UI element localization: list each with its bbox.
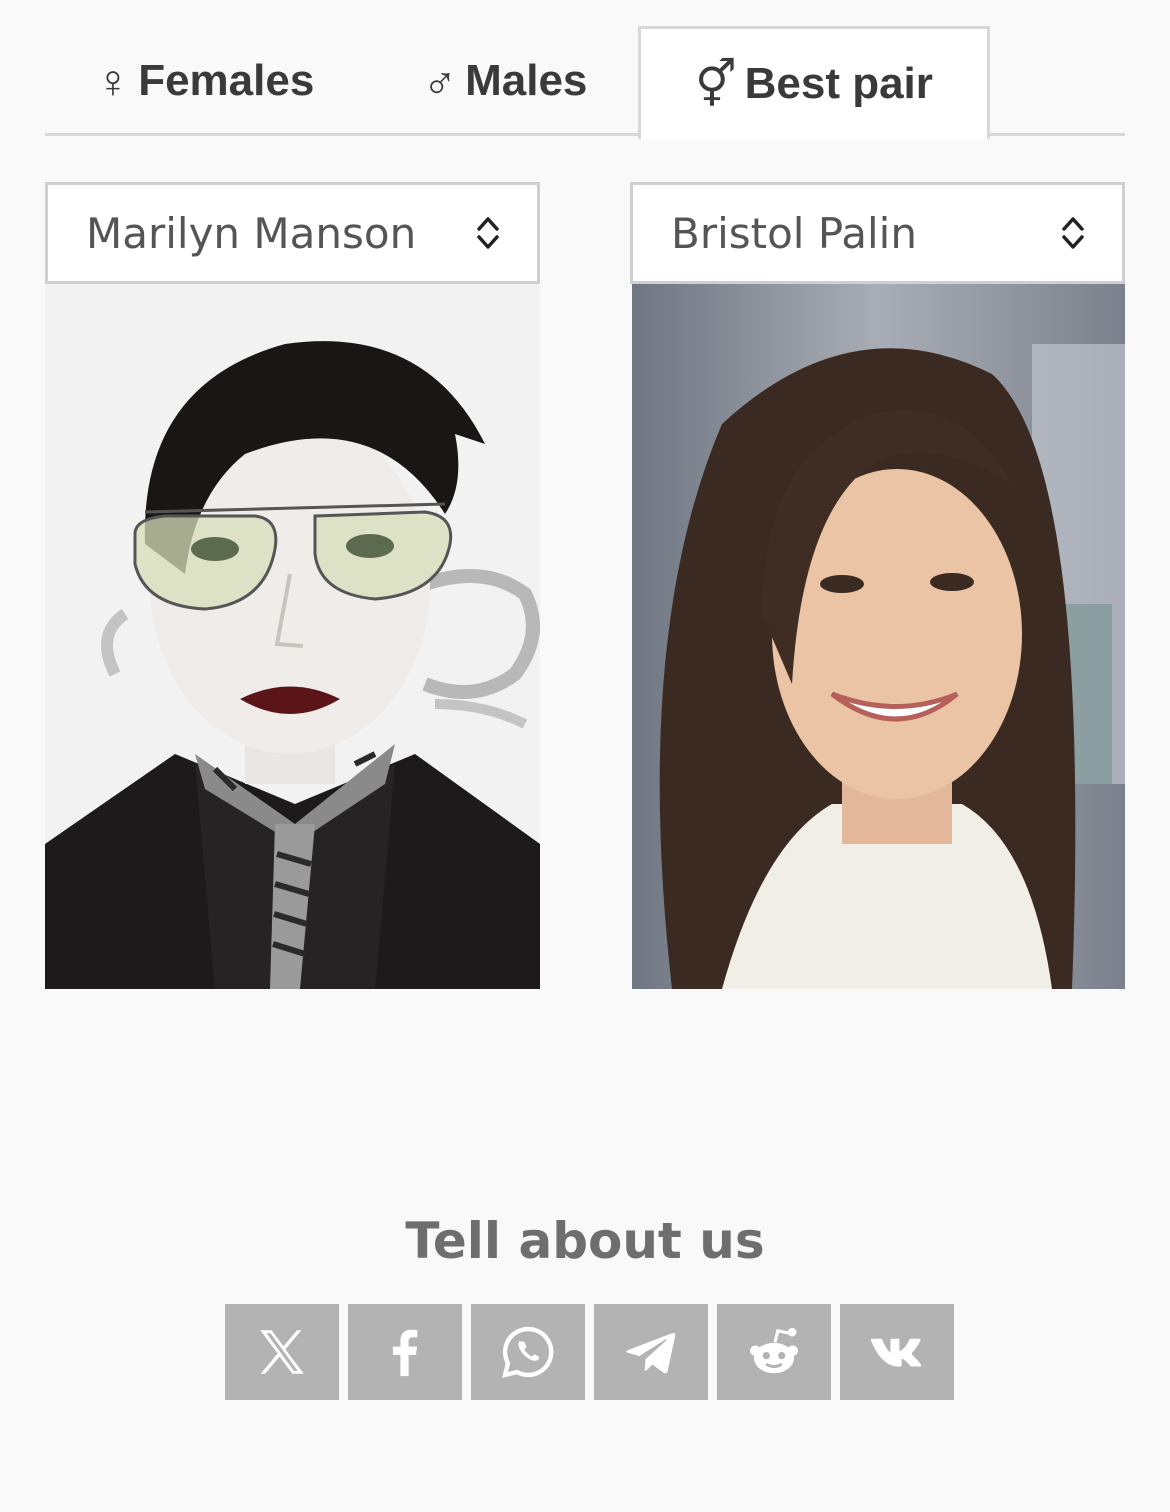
share-facebook-button[interactable] — [348, 1304, 462, 1400]
person-select-right[interactable]: Bristol Palin — [630, 182, 1125, 284]
whatsapp-icon — [502, 1326, 554, 1378]
photo-left — [45, 284, 540, 989]
share-vk-button[interactable] — [840, 1304, 954, 1400]
share-reddit-button[interactable] — [717, 1304, 831, 1400]
tab-bar: ♀ Females ♂ Males ⚥ Best pair — [45, 26, 1125, 139]
tab-best-pair-label: Best pair — [744, 59, 933, 108]
share-whatsapp-button[interactable] — [471, 1304, 585, 1400]
tab-males-label: Males — [465, 56, 588, 105]
chevron-updown-icon — [477, 217, 499, 249]
photo-right — [632, 284, 1125, 989]
person-select-right-value: Bristol Palin — [671, 208, 917, 258]
vk-icon — [870, 1338, 922, 1367]
tab-females[interactable]: ♀ Females — [85, 26, 325, 136]
facebook-icon — [392, 1329, 418, 1377]
x-icon — [260, 1330, 304, 1374]
share-buttons — [225, 1304, 954, 1400]
person-select-left-value: Marilyn Manson — [86, 208, 417, 258]
male-icon: ♂ — [422, 55, 458, 107]
page: ♀ Females ♂ Males ⚥ Best pair Marilyn Ma… — [0, 0, 1170, 1512]
tab-females-label: Females — [138, 56, 315, 105]
person-select-left[interactable]: Marilyn Manson — [45, 182, 540, 284]
reddit-icon — [750, 1327, 798, 1374]
tab-males[interactable]: ♂ Males — [405, 26, 605, 136]
tab-best-pair[interactable]: ⚥ Best pair — [638, 26, 990, 139]
share-title: Tell about us — [405, 1212, 765, 1270]
share-x-button[interactable] — [225, 1304, 339, 1400]
telegram-icon — [626, 1332, 676, 1374]
chevron-updown-icon — [1062, 217, 1084, 249]
female-icon: ♀ — [95, 55, 131, 107]
pair-icon: ⚥ — [695, 58, 737, 110]
share-telegram-button[interactable] — [594, 1304, 708, 1400]
